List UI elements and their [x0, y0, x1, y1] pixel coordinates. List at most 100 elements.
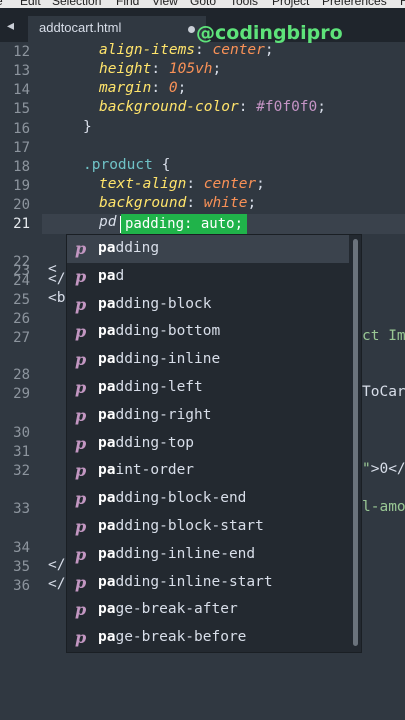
code-token: ;	[212, 61, 222, 77]
code-token: :	[195, 42, 213, 58]
completion-label: padding-inline	[98, 351, 221, 368]
code-token: :	[151, 80, 169, 96]
code-token: text-align	[99, 176, 187, 192]
code-line: height: 105vh;	[99, 61, 221, 77]
code-token: margin	[99, 80, 152, 96]
completion-label: padding-right	[98, 406, 212, 423]
property-kind-icon: p	[75, 600, 87, 620]
code-token: {	[152, 157, 171, 173]
code-token: white	[203, 195, 248, 211]
completion-label: pad	[98, 267, 125, 284]
completion-item[interactable]: p padding-inline-start	[67, 569, 349, 597]
code-token: pd	[99, 214, 117, 230]
code-line: pd	[99, 214, 116, 230]
completion-item[interactable]: p pad	[67, 263, 349, 291]
code-token: ct Im	[362, 328, 405, 344]
code-token: <b	[48, 290, 66, 306]
completion-label: padding-inline-end	[98, 545, 256, 562]
property-kind-icon: p	[75, 489, 87, 509]
watermark-handle: @codingbipro	[196, 22, 343, 44]
code-token: 105vh	[168, 61, 213, 77]
completion-label: page-break-after	[98, 601, 238, 618]
completion-label: padding-inline-start	[98, 573, 273, 590]
completion-item[interactable]: p page-break-before	[67, 624, 349, 652]
code-token: :	[151, 61, 169, 77]
code-token: ;	[317, 99, 326, 115]
property-kind-icon: p	[75, 544, 87, 564]
code-line: text-align: center;	[99, 176, 265, 192]
code-token: align-items	[99, 42, 196, 58]
code-line: <b	[48, 290, 65, 306]
code-token: ToCar	[362, 384, 405, 400]
code-token: .product	[83, 157, 153, 173]
code-line: ct Im	[362, 328, 405, 344]
code-token: "	[362, 461, 371, 477]
autocomplete-popup: p padding p pad p padding-block p padding-botto…	[66, 234, 362, 653]
code-token: ;	[247, 195, 257, 211]
completion-label: padding-block-end	[98, 490, 247, 507]
code-token: :	[186, 195, 204, 211]
inline-completion-hint[interactable]: padding: auto;	[121, 214, 248, 234]
code-line: background-color: #f0f0f0;	[99, 99, 326, 115]
completion-item[interactable]: p page-break-after	[67, 596, 349, 624]
property-kind-icon: p	[75, 405, 87, 425]
property-kind-icon: p	[75, 266, 87, 286]
code-token: </	[48, 557, 66, 573]
code-token: </	[48, 271, 66, 287]
property-kind-icon: p	[75, 322, 87, 342]
completion-item[interactable]: p padding-bottom	[67, 318, 349, 346]
property-kind-icon: p	[75, 239, 87, 258]
code-token: center	[212, 42, 265, 58]
code-line: margin: 0;	[99, 80, 186, 96]
completion-item[interactable]: p padding-left	[67, 374, 349, 402]
completion-label: padding-block-start	[98, 518, 264, 534]
completion-item[interactable]: p paint-order	[67, 457, 349, 485]
completion-item[interactable]: p padding-inline	[67, 346, 349, 374]
code-token: l-amo	[362, 499, 405, 515]
code-line: background: white;	[99, 195, 256, 211]
code-token: background-color	[99, 99, 239, 115]
code-line: align-items: center;	[99, 42, 274, 58]
completion-label: padding-left	[98, 379, 203, 395]
code-token: ;	[264, 42, 274, 58]
code-token: }	[83, 119, 92, 135]
completion-label: padding-block	[98, 295, 212, 312]
code-token: #f0f0f0	[256, 99, 318, 115]
completion-label: page-break-before	[98, 629, 247, 646]
property-kind-icon: p	[75, 628, 87, 648]
code-token: ;	[256, 176, 265, 192]
completion-item[interactable]: p padding-inline-end	[67, 541, 349, 569]
code-token: background	[99, 195, 187, 211]
completion-item[interactable]: p padding-right	[67, 402, 349, 430]
code-line: ToCar	[362, 384, 405, 400]
code-token: center	[203, 176, 257, 192]
code-token: 0	[168, 80, 178, 96]
code-line: </	[48, 576, 65, 592]
code-token: height	[99, 61, 152, 77]
completion-label: padding	[98, 240, 160, 256]
completion-item[interactable]: p padding-block	[67, 291, 349, 319]
property-kind-icon: p	[75, 378, 87, 397]
completion-item[interactable]: p padding-block-start	[67, 513, 349, 541]
code-token: :	[186, 176, 204, 192]
completion-label: paint-order	[98, 462, 195, 479]
code-token: ;	[177, 80, 187, 96]
completion-item[interactable]: p padding-block-end	[67, 485, 349, 513]
completion-item[interactable]: p padding	[67, 235, 349, 263]
property-kind-icon: p	[75, 350, 87, 370]
property-kind-icon: p	[75, 572, 87, 592]
completion-label: padding-top	[98, 434, 195, 451]
code-line: ">0</	[362, 461, 405, 477]
property-kind-icon: p	[75, 294, 87, 314]
code-token: </	[48, 576, 66, 592]
code-line: l-amo	[362, 499, 405, 515]
code-line: .product {	[83, 157, 170, 173]
property-kind-icon: p	[75, 517, 87, 536]
completion-label: padding-bottom	[98, 323, 221, 340]
popup-scrollbar[interactable]	[353, 239, 358, 646]
code-line: </	[48, 557, 65, 573]
code-token: >0</	[370, 461, 405, 477]
completion-item[interactable]: p padding-top	[67, 430, 349, 458]
code-token: :	[238, 99, 257, 115]
code-line: }	[83, 119, 92, 135]
